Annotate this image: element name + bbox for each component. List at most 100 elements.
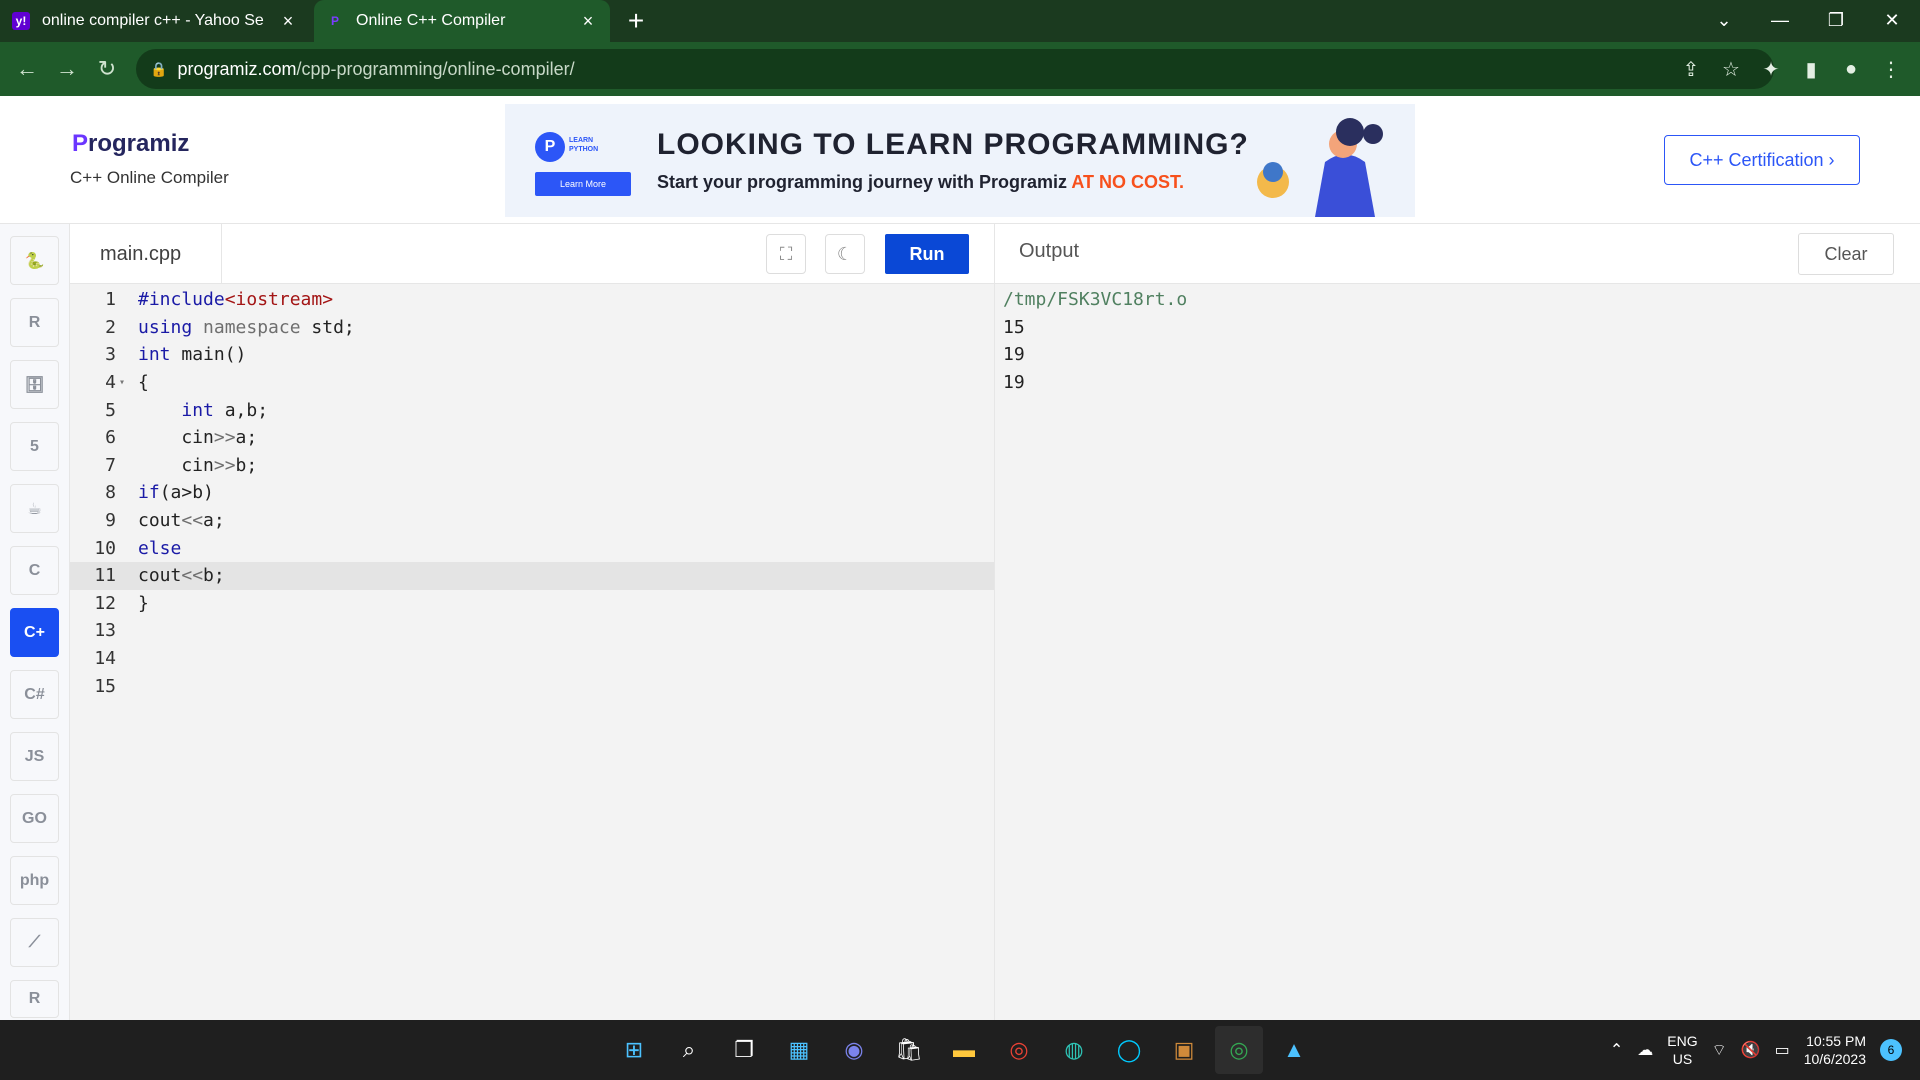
chrome-icon[interactable]: ◎ bbox=[995, 1026, 1043, 1074]
code-line[interactable]: 4 ▾ { bbox=[70, 369, 994, 397]
battery-icon[interactable]: ▭ bbox=[1775, 1040, 1790, 1060]
notification-badge[interactable]: 6 bbox=[1880, 1039, 1902, 1061]
javascript-icon[interactable]: JS bbox=[10, 732, 59, 781]
code-text[interactable]: int main() bbox=[138, 344, 246, 365]
code-line[interactable]: 15 bbox=[70, 672, 994, 700]
browser-tab-yahoo[interactable]: y! online compiler c++ - Yahoo Se × bbox=[0, 0, 310, 42]
code-line[interactable]: 10 else bbox=[70, 534, 994, 562]
chevron-up-icon[interactable]: ⌃ bbox=[1610, 1040, 1623, 1060]
restore-button[interactable]: ❐ bbox=[1808, 0, 1864, 40]
game-icon[interactable]: ▣ bbox=[1160, 1026, 1208, 1074]
reload-icon[interactable]: ↻ bbox=[87, 49, 127, 89]
code-text[interactable]: cout<<a; bbox=[138, 510, 225, 531]
code-line[interactable]: 9 cout<<a; bbox=[70, 507, 994, 535]
volume-muted-icon[interactable]: 🔇 bbox=[1741, 1040, 1761, 1060]
widgets-icon[interactable]: ▦ bbox=[775, 1026, 823, 1074]
code-line[interactable]: 13 bbox=[70, 617, 994, 645]
chrome-profile-icon[interactable]: ◎ bbox=[1215, 1026, 1263, 1074]
browser-tab-compiler[interactable]: P Online C++ Compiler × bbox=[314, 0, 610, 42]
cpp-icon[interactable]: C+ bbox=[10, 608, 59, 657]
alexa-icon[interactable]: ◯ bbox=[1105, 1026, 1153, 1074]
photos-icon[interactable]: ▲ bbox=[1270, 1026, 1318, 1074]
code-text[interactable]: else bbox=[138, 538, 181, 559]
new-tab-button[interactable]: + bbox=[616, 0, 656, 42]
ad-banner[interactable]: P LEARN PYTHON Learn More LOOKING TO LEAR… bbox=[505, 104, 1415, 217]
close-tab-icon[interactable]: × bbox=[578, 11, 598, 32]
line-number: 6 bbox=[105, 427, 116, 449]
fold-arrow-icon[interactable]: ▾ bbox=[116, 377, 128, 388]
go-icon[interactable]: GO bbox=[10, 794, 59, 843]
run-button[interactable]: Run bbox=[885, 234, 969, 274]
input-language[interactable]: ENG US bbox=[1667, 1032, 1697, 1068]
chat-icon[interactable]: ◉ bbox=[830, 1026, 878, 1074]
fullscreen-icon[interactable]: ⛶ bbox=[766, 234, 806, 274]
clock[interactable]: 10:55 PM 10/6/2023 bbox=[1804, 1032, 1866, 1068]
html-icon[interactable]: 5 bbox=[10, 422, 59, 471]
taskbar-apps: ⊞ ⌕ ❐ ▦ ◉ 🛍 ▬ ◎ ◍ ◯ ▣ ◎ ▲ bbox=[610, 1026, 1318, 1074]
java-icon[interactable]: ☕ bbox=[10, 484, 59, 533]
sql-icon[interactable]: 🗄 bbox=[10, 360, 59, 409]
badge-line2: PYTHON bbox=[569, 146, 599, 153]
profile-icon[interactable]: ● bbox=[1838, 58, 1864, 81]
code-text[interactable]: cin>>a; bbox=[138, 427, 257, 448]
bookmark-star-icon[interactable]: ☆ bbox=[1718, 57, 1744, 82]
code-line[interactable]: 5 int a,b; bbox=[70, 396, 994, 424]
code-text[interactable]: int a,b; bbox=[138, 400, 268, 421]
share-icon[interactable]: ⇪ bbox=[1678, 57, 1704, 82]
swift-icon[interactable]: ⟋ bbox=[10, 918, 59, 967]
file-tab-main-cpp[interactable]: main.cpp bbox=[70, 224, 222, 284]
code-text[interactable]: { bbox=[138, 372, 149, 393]
code-line[interactable]: 14 bbox=[70, 645, 994, 673]
clear-button[interactable]: Clear bbox=[1798, 233, 1894, 275]
output-path: /tmp/FSK3VC18rt.o bbox=[1003, 289, 1188, 311]
rust-icon[interactable]: R bbox=[10, 980, 59, 1018]
code-line[interactable]: 12} bbox=[70, 590, 994, 618]
dark-mode-icon[interactable]: ☾ bbox=[825, 234, 865, 274]
cpp-certification-button[interactable]: C++ Certification › bbox=[1664, 135, 1860, 185]
code-line[interactable]: 8 if(a>b) bbox=[70, 479, 994, 507]
php-icon[interactable]: php bbox=[10, 856, 59, 905]
menu-icon[interactable]: ⋮ bbox=[1878, 57, 1904, 82]
edge-icon[interactable]: ◍ bbox=[1050, 1026, 1098, 1074]
learn-more-button[interactable]: Learn More bbox=[535, 172, 631, 196]
code-text[interactable]: #include<iostream> bbox=[138, 289, 333, 310]
c-icon[interactable]: C bbox=[10, 546, 59, 595]
line-number: 11 bbox=[94, 565, 116, 587]
url-input[interactable]: 🔒 programiz.com/cpp-programming/online-c… bbox=[136, 49, 1774, 89]
wifi-icon[interactable]: ⌔ bbox=[1712, 1040, 1727, 1060]
code-text[interactable]: using namespace std; bbox=[138, 317, 355, 338]
store-icon[interactable]: 🛍 bbox=[885, 1026, 933, 1074]
banner-sub-accent: AT NO COST. bbox=[1071, 172, 1185, 192]
code-line[interactable]: 2 using namespace std; bbox=[70, 314, 994, 342]
close-tab-icon[interactable]: × bbox=[278, 11, 298, 32]
python-icon[interactable]: 🐍 bbox=[10, 236, 59, 285]
code-text[interactable]: cin>>b; bbox=[138, 455, 257, 476]
tab-search-icon[interactable]: ⌄ bbox=[1696, 0, 1752, 40]
forward-icon[interactable]: → bbox=[47, 49, 87, 89]
code-text[interactable]: cout<<b; bbox=[138, 565, 225, 586]
sidepanel-icon[interactable]: ▮ bbox=[1798, 57, 1824, 82]
start-icon[interactable]: ⊞ bbox=[610, 1026, 658, 1074]
csharp-icon[interactable]: C# bbox=[10, 670, 59, 719]
back-icon[interactable]: ← bbox=[7, 49, 47, 89]
code-line[interactable]: 11 cout<<b; bbox=[70, 562, 994, 590]
output-console[interactable]: /tmp/FSK3VC18rt.o 15 19 19 bbox=[994, 284, 1920, 1020]
code-line[interactable]: 1 #include<iostream> bbox=[70, 286, 994, 314]
r-icon[interactable]: R bbox=[10, 298, 59, 347]
close-window-button[interactable]: ✕ bbox=[1864, 0, 1920, 40]
code-line[interactable]: 6 cin>>a; bbox=[70, 424, 994, 452]
code-line[interactable]: 7 cin>>b; bbox=[70, 452, 994, 480]
badge-text: LEARN PYTHON bbox=[569, 136, 598, 154]
extensions-icon[interactable]: ✦ bbox=[1758, 57, 1784, 82]
programiz-logo[interactable]: Programiz bbox=[72, 130, 189, 158]
code-text[interactable]: } bbox=[138, 593, 149, 614]
onedrive-icon[interactable]: ☁ bbox=[1637, 1040, 1653, 1060]
code-editor[interactable]: 1 #include<iostream> 2 using namespace std;… bbox=[70, 284, 994, 1020]
search-icon[interactable]: ⌕ bbox=[665, 1026, 713, 1074]
minimize-button[interactable]: — bbox=[1752, 0, 1808, 40]
file-explorer-icon[interactable]: ▬ bbox=[940, 1026, 988, 1074]
code-line[interactable]: 3 int main() bbox=[70, 341, 994, 369]
logo-text: rogramiz bbox=[88, 130, 190, 157]
code-text[interactable]: if(a>b) bbox=[138, 482, 214, 503]
task-view-icon[interactable]: ❐ bbox=[720, 1026, 768, 1074]
